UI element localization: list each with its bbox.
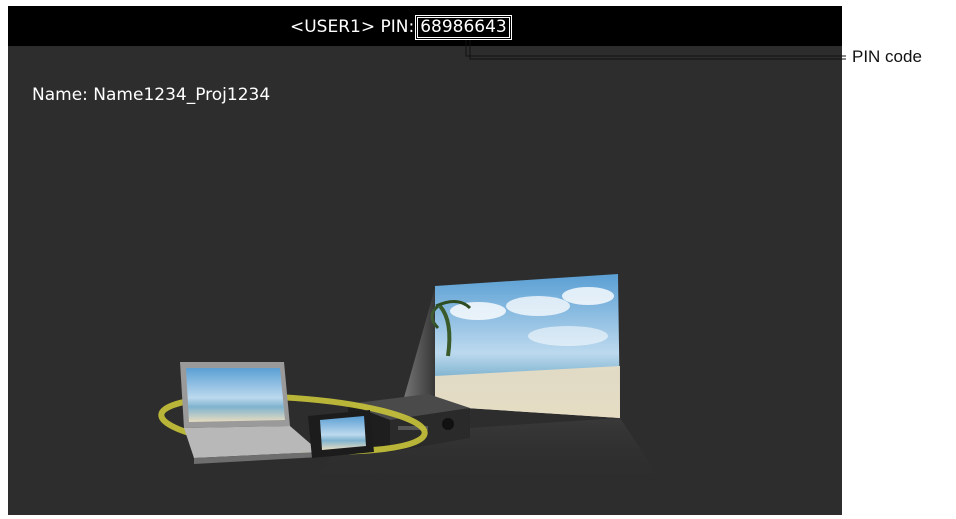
pin-code-callout-label: PIN code [852,47,922,66]
pin-code-callout-line [465,40,846,60]
